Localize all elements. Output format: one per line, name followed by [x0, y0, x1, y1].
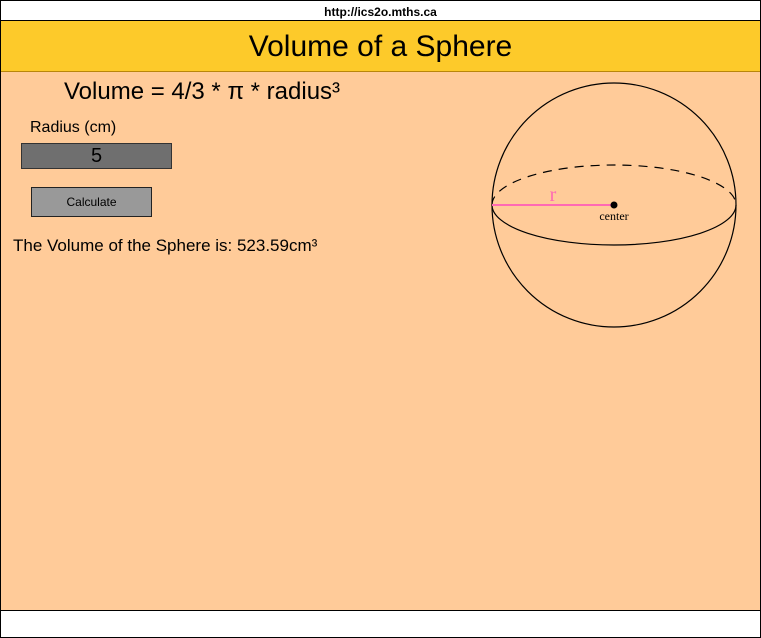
radius-input[interactable]	[21, 143, 172, 169]
center-label: center	[599, 209, 628, 223]
calculate-button[interactable]: Calculate	[31, 187, 152, 217]
radius-label: Radius (cm)	[30, 119, 117, 136]
radius-symbol: r	[550, 184, 557, 206]
page-header: Volume of a Sphere	[1, 21, 760, 72]
url-bar: http://ics2o.mths.ca	[1, 1, 760, 21]
app-frame: http://ics2o.mths.ca Volume of a Sphere …	[0, 0, 761, 638]
footer	[1, 611, 760, 637]
sphere-equator-back	[491, 164, 737, 206]
main-content: Volume = 4/3 * π * radius³ Radius (cm) C…	[1, 72, 760, 611]
page-title: Volume of a Sphere	[248, 30, 513, 63]
url-text: http://ics2o.mths.ca	[324, 5, 437, 19]
result-text: The Volume of the Sphere is: 523.59cm³	[13, 236, 318, 255]
sphere-diagram: r center	[491, 82, 737, 328]
center-dot	[610, 201, 618, 209]
volume-formula: Volume = 4/3 * π * radius³	[64, 78, 341, 105]
